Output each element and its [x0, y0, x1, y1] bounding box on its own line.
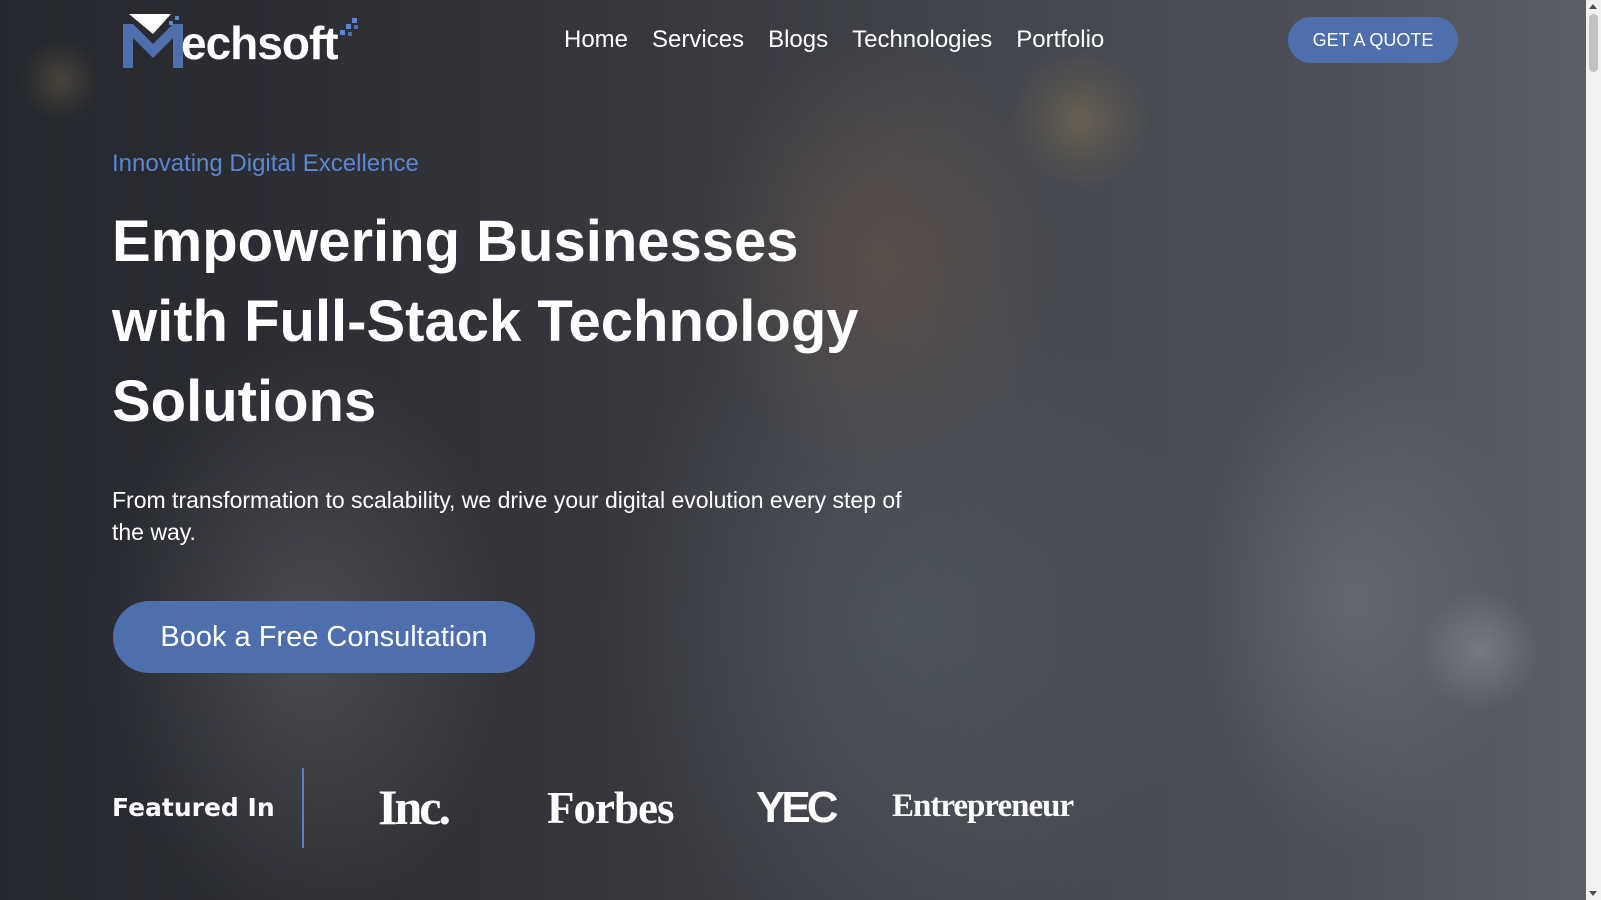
get-a-quote-button[interactable]: GET A QUOTE	[1288, 17, 1458, 63]
headline-line-3: Solutions	[112, 369, 377, 434]
logo-m-mark	[123, 14, 183, 68]
logo-pixels-icon	[339, 18, 358, 36]
yec-logo: YEC	[756, 783, 839, 832]
entrepreneur-logo: Entrepreneur	[892, 788, 1074, 824]
scroll-down-arrow-icon[interactable]	[1589, 891, 1597, 896]
featured-divider	[302, 768, 304, 848]
hero-tagline: Innovating Digital Excellence	[112, 150, 419, 177]
nav-portfolio[interactable]: Portfolio	[1016, 24, 1104, 56]
hero-subtitle: From transformation to scalability, we d…	[112, 487, 902, 545]
nav-home[interactable]: Home	[564, 24, 628, 56]
nav-blogs[interactable]: Blogs	[768, 24, 828, 56]
scroll-up-arrow-icon[interactable]	[1589, 4, 1597, 9]
headline-line-1: Empowering Businesses	[112, 209, 799, 274]
logo-text: echsoft	[181, 17, 339, 69]
mechsoft-logo[interactable]: echsoft	[123, 12, 362, 68]
book-consultation-button[interactable]: Book a Free Consultation	[113, 601, 535, 673]
page-scrollbar[interactable]	[1586, 0, 1601, 900]
hero-headline: Empowering Businesses with Full-Stack Te…	[112, 202, 972, 442]
nav-services[interactable]: Services	[652, 24, 744, 56]
headline-line-2: with Full-Stack Technology	[112, 289, 859, 354]
forbes-logo: Forbes	[547, 783, 674, 833]
scroll-thumb[interactable]	[1589, 14, 1598, 72]
featured-in-label: Featured In	[112, 793, 275, 822]
inc-logo: Inc.	[378, 779, 451, 835]
nav-technologies[interactable]: Technologies	[852, 24, 992, 56]
main-nav: Home Services Blogs Technologies Portfol…	[564, 24, 1104, 56]
hero-background-image	[0, 0, 1586, 900]
